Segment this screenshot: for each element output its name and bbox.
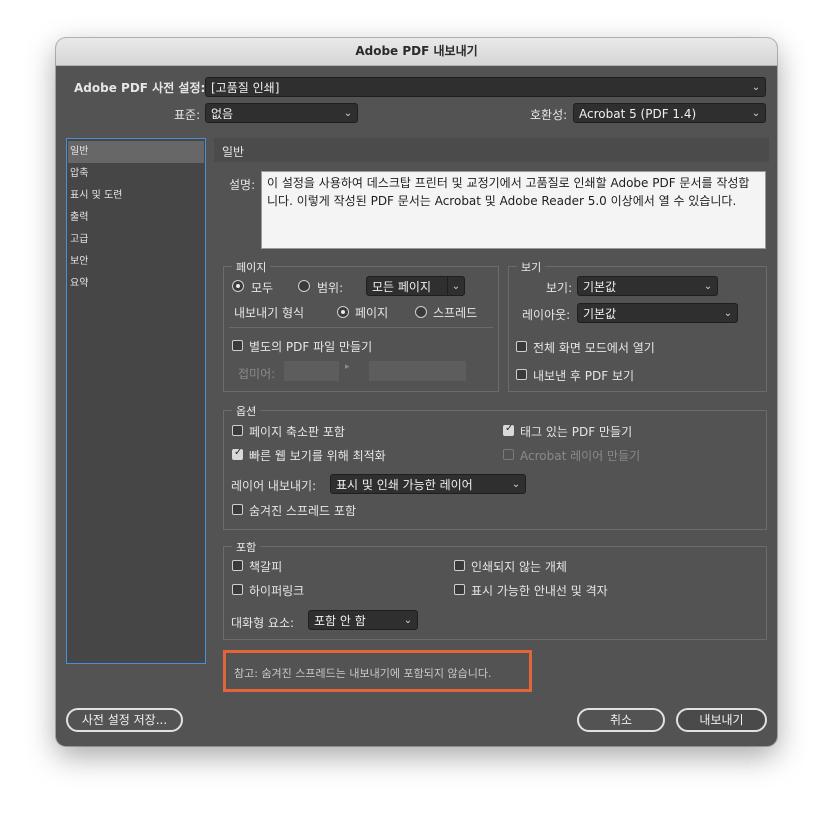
- tagged-pdf-checkbox[interactable]: [503, 423, 514, 436]
- guides-grids-checkbox[interactable]: [454, 584, 465, 595]
- section-title: 일반: [222, 145, 245, 159]
- suffix-token-field: [369, 361, 466, 381]
- compat-label: 호환성:: [530, 108, 568, 122]
- range-label: 범위:: [317, 281, 344, 295]
- guides-grids-label: 표시 가능한 안내선 및 격자: [471, 584, 608, 598]
- chevron-down-icon: ⌄: [751, 108, 761, 119]
- category-sidebar: 일반 압축 표시 및 도련 출력 고급 보안 요약: [66, 138, 206, 664]
- fullscreen-checkbox[interactable]: [516, 341, 527, 352]
- dialog-title: Adobe PDF 내보내기: [56, 38, 777, 66]
- export-button[interactable]: 내보내기: [676, 708, 767, 732]
- acrobat-layers-label: Acrobat 레이어 만들기: [520, 449, 641, 463]
- divider: [229, 327, 493, 328]
- bookmarks-label: 책갈피: [249, 560, 283, 574]
- section-header: [214, 138, 769, 162]
- pages-radio[interactable]: [337, 306, 349, 318]
- acrobat-layers-checkbox: [503, 449, 514, 460]
- range-select[interactable]: 모든 페이지 ⌄: [366, 276, 465, 296]
- preset-select[interactable]: [고품질 인쇄] ⌄: [205, 77, 766, 97]
- options-group-title: 옵션: [232, 403, 261, 419]
- chevron-down-icon: ⌄: [447, 277, 464, 295]
- thumbnails-label: 페이지 축소판 포함: [249, 425, 345, 439]
- sidebar-item-compression[interactable]: 압축: [68, 163, 204, 185]
- suffix-label: 접미어:: [238, 367, 276, 381]
- chevron-down-icon: ⌄: [343, 108, 353, 119]
- standard-value: 없음: [211, 107, 234, 121]
- chevron-down-icon: ⌄: [511, 479, 521, 490]
- range-value: 모든 페이지: [372, 280, 432, 294]
- fast-web-checkbox[interactable]: [232, 447, 243, 460]
- layout-label: 레이아웃:: [522, 308, 571, 322]
- hidden-spreads-note: 참고: 숨겨진 스프레드는 내보내기에 포함되지 않습니다.: [234, 667, 492, 680]
- all-pages-label: 모두: [251, 281, 274, 295]
- interactive-value: 포함 안 함: [314, 614, 366, 628]
- separate-pdf-checkbox[interactable]: [232, 340, 243, 351]
- description-textarea[interactable]: 이 설정을 사용하여 데스크탑 프린터 및 교정기에서 고품질로 인쇄할 Ado…: [261, 171, 766, 249]
- all-pages-radio[interactable]: [232, 280, 244, 292]
- save-preset-button[interactable]: 사전 설정 저장...: [66, 708, 183, 732]
- sidebar-item-marks-bleeds[interactable]: 표시 및 도련: [68, 185, 204, 207]
- preset-value: [고품질 인쇄]: [211, 81, 280, 95]
- compat-select[interactable]: Acrobat 5 (PDF 1.4) ⌄: [573, 103, 766, 123]
- fullscreen-label: 전체 화면 모드에서 열기: [533, 341, 655, 355]
- non-printing-checkbox[interactable]: [454, 560, 465, 571]
- view-after-export-checkbox[interactable]: [516, 369, 527, 380]
- chevron-down-icon: ⌄: [403, 615, 413, 626]
- pages-group-title: 페이지: [232, 259, 271, 275]
- pages-radio-label: 페이지: [355, 306, 389, 320]
- sidebar-item-security[interactable]: 보안: [68, 251, 204, 273]
- range-radio[interactable]: [298, 280, 310, 292]
- chevron-down-icon: ⌄: [751, 82, 761, 93]
- chevron-down-icon: ⌄: [723, 308, 733, 319]
- tagged-pdf-label: 태그 있는 PDF 만들기: [520, 425, 633, 439]
- sidebar-item-summary[interactable]: 요약: [68, 273, 204, 295]
- export-pdf-dialog: Adobe PDF 내보내기 Adobe PDF 사전 설정: [고품질 인쇄]…: [56, 38, 777, 746]
- hidden-spreads-label: 숨겨진 스프레드 포함: [249, 504, 356, 518]
- hidden-spreads-checkbox[interactable]: [232, 504, 243, 515]
- description-label: 설명:: [229, 178, 256, 192]
- caret-right-icon: ▸: [345, 362, 350, 372]
- sidebar-item-output[interactable]: 출력: [68, 207, 204, 229]
- separate-pdf-label: 별도의 PDF 파일 만들기: [249, 340, 373, 354]
- view-value: 기본값: [583, 280, 617, 294]
- include-group-title: 포함: [232, 539, 261, 555]
- spreads-radio[interactable]: [415, 306, 427, 318]
- interactive-select[interactable]: 포함 안 함 ⌄: [308, 610, 418, 630]
- compat-value: Acrobat 5 (PDF 1.4): [579, 107, 697, 121]
- bookmarks-checkbox[interactable]: [232, 560, 243, 571]
- spreads-radio-label: 스프레드: [433, 306, 478, 320]
- layout-select[interactable]: 기본값 ⌄: [577, 303, 738, 323]
- sidebar-item-general[interactable]: 일반: [68, 141, 204, 163]
- view-group-title: 보기: [517, 259, 546, 275]
- export-layers-value: 표시 및 인쇄 가능한 레이어: [336, 478, 473, 492]
- hyperlinks-checkbox[interactable]: [232, 584, 243, 595]
- fast-web-label: 빠른 웹 보기를 위해 최적화: [249, 449, 386, 463]
- preset-label: Adobe PDF 사전 설정:: [74, 81, 206, 95]
- layout-value: 기본값: [583, 307, 617, 321]
- chevron-down-icon: ⌄: [703, 281, 713, 292]
- view-label: 보기:: [546, 281, 573, 295]
- hyperlinks-label: 하이퍼링크: [249, 584, 305, 598]
- export-layers-select[interactable]: 표시 및 인쇄 가능한 레이어 ⌄: [330, 474, 526, 494]
- standard-select[interactable]: 없음 ⌄: [205, 103, 358, 123]
- standard-label: 표준:: [174, 108, 201, 122]
- cancel-button[interactable]: 취소: [577, 708, 665, 732]
- thumbnails-checkbox[interactable]: [232, 425, 243, 436]
- view-after-export-label: 내보낸 후 PDF 보기: [533, 369, 635, 383]
- suffix-field: [284, 361, 339, 381]
- view-select[interactable]: 기본값 ⌄: [577, 276, 718, 296]
- sidebar-item-advanced[interactable]: 고급: [68, 229, 204, 251]
- non-printing-label: 인쇄되지 않는 개체: [471, 560, 567, 574]
- interactive-label: 대화형 요소:: [231, 616, 295, 630]
- export-as-label: 내보내기 형식: [234, 306, 305, 320]
- export-layers-label: 레이어 내보내기:: [231, 479, 317, 493]
